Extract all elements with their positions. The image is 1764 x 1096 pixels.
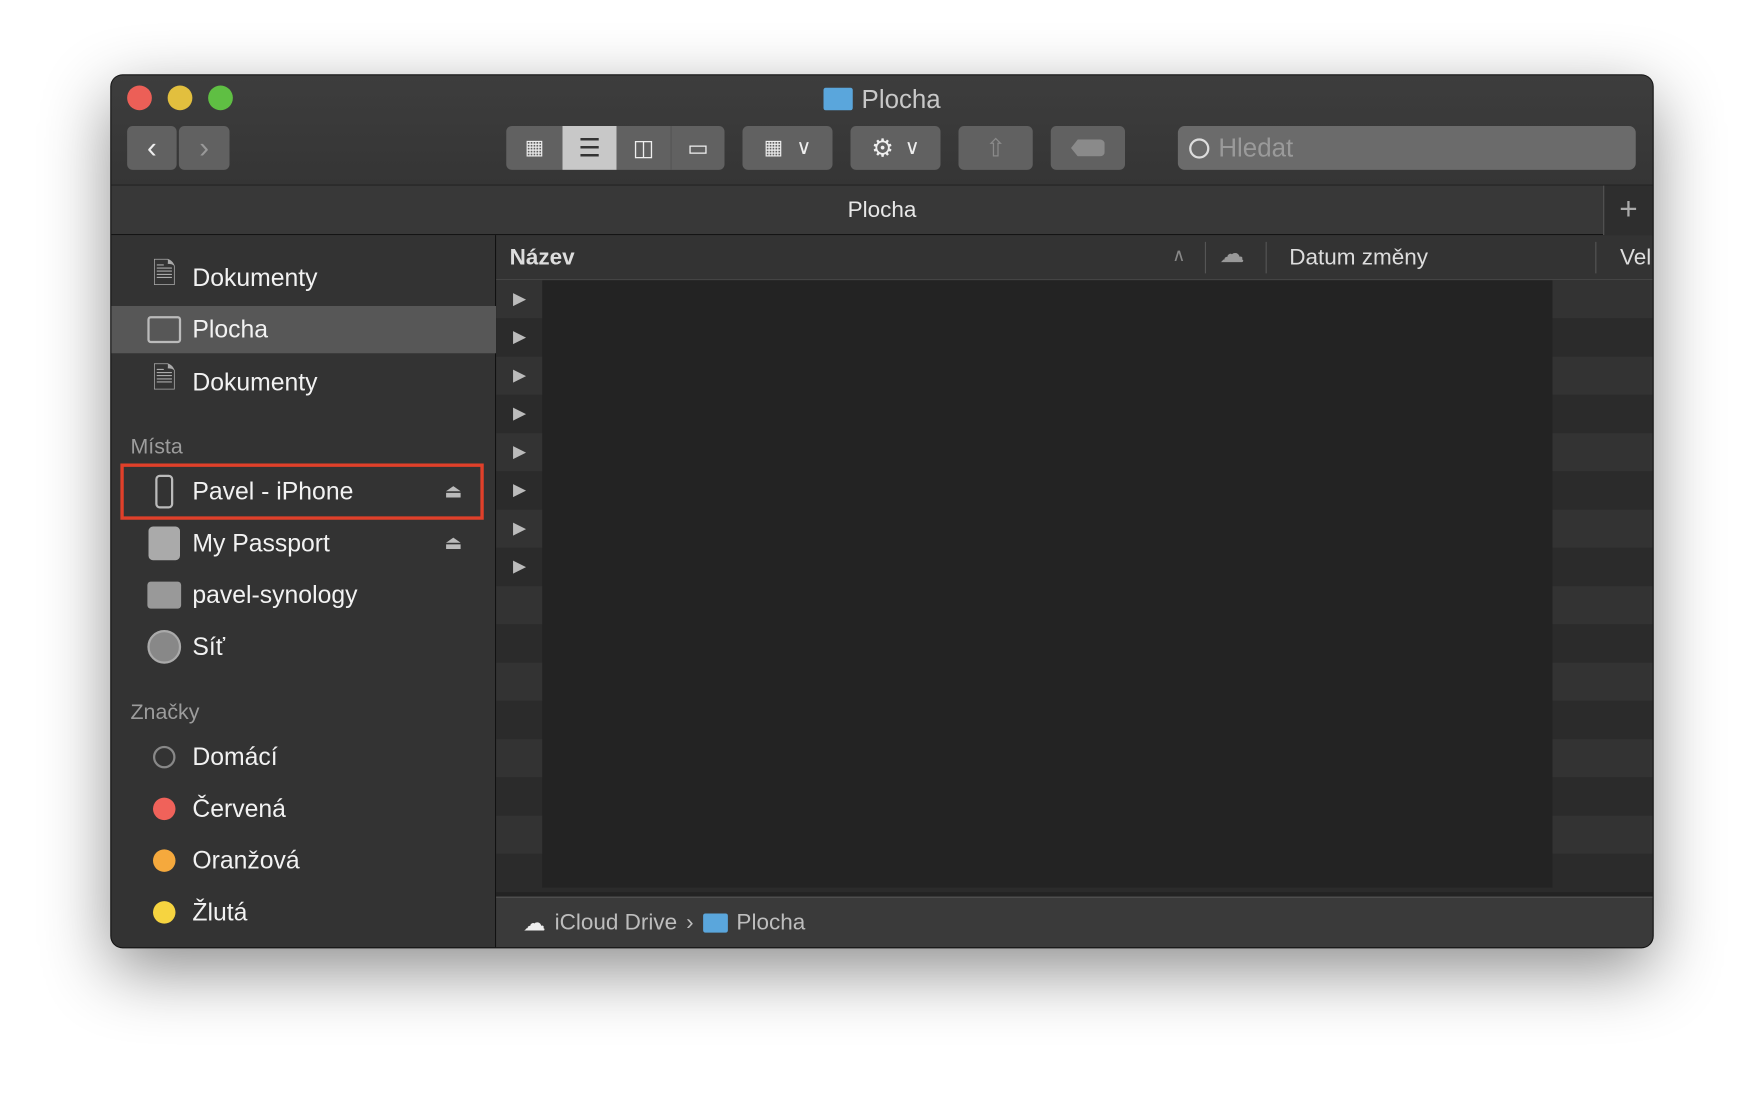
- disclosure-triangle-icon[interactable]: ▶: [513, 556, 526, 576]
- section-header-znacky: Značky: [130, 700, 200, 725]
- gallery-view-button[interactable]: ▭: [670, 126, 725, 170]
- sidebar-item-plocha[interactable]: Plocha: [111, 306, 497, 354]
- column-size[interactable]: Vel: [1620, 245, 1651, 271]
- sidebar-tag-zluta[interactable]: Žlutá: [111, 889, 496, 936]
- disclosure-triangle-icon[interactable]: ▶: [513, 479, 526, 499]
- server-icon: [147, 578, 182, 612]
- search-placeholder: Hledat: [1218, 132, 1294, 162]
- icloud-status-icon[interactable]: ☁: [1220, 240, 1245, 269]
- sidebar-item-label: Domácí: [192, 742, 278, 771]
- column-header: Název ∧ ☁ Datum změny Vel: [496, 235, 1653, 281]
- chevron-down-icon: ∨: [796, 136, 812, 159]
- icon-view-button[interactable]: ▦: [506, 126, 562, 170]
- sidebar-item-label: Pavel - iPhone: [192, 477, 354, 506]
- path-item-plocha[interactable]: Plocha: [736, 910, 805, 936]
- disclosure-triangle-icon[interactable]: ▶: [513, 403, 526, 423]
- new-tab-button[interactable]: +: [1603, 185, 1653, 236]
- sidebar: 🗎 Dokumenty Plocha 🗎 Dokumenty Místa Pavel…: [111, 235, 497, 948]
- sidebar-item-label: Žlutá: [192, 897, 248, 926]
- cloud-icon: ☁: [523, 910, 546, 936]
- sort-ascending-icon: ∧: [1172, 246, 1186, 266]
- sidebar-item-label: Plocha: [192, 315, 269, 344]
- eject-icon[interactable]: ⏏: [444, 532, 462, 555]
- network-icon: [147, 630, 182, 664]
- window-title: Plocha: [111, 84, 1652, 114]
- disclosure-triangle-icon[interactable]: ▶: [513, 518, 526, 538]
- sidebar-item-my-passport[interactable]: My Passport ⏏: [111, 520, 496, 567]
- disclosure-triangle-icon[interactable]: ▶: [513, 365, 526, 385]
- documents-icon: 🗎: [152, 361, 177, 395]
- chevron-down-icon: ∨: [904, 136, 920, 159]
- external-drive-icon: [147, 526, 181, 561]
- iphone-icon: [147, 474, 181, 509]
- chevron-left-icon: ‹: [146, 130, 157, 165]
- tag-dot-icon: [147, 844, 181, 878]
- tag-icon: [1071, 139, 1105, 157]
- back-button[interactable]: ‹: [127, 126, 177, 170]
- path-item-icloud-drive[interactable]: iCloud Drive: [555, 910, 678, 936]
- path-separator: ›: [686, 909, 694, 935]
- path-bar: ☁ iCloud Drive › Plocha: [496, 896, 1653, 948]
- tag-dot-icon: [147, 792, 181, 826]
- sidebar-item-label: Síť: [192, 632, 226, 661]
- sidebar-item-pavel-iphone[interactable]: Pavel - iPhone ⏏: [111, 468, 496, 515]
- tag-button[interactable]: [1050, 126, 1125, 170]
- sidebar-item-pavel-synology[interactable]: pavel-synology: [111, 572, 496, 619]
- forward-button[interactable]: ›: [178, 126, 230, 170]
- tab-plocha[interactable]: Plocha +: [111, 185, 1653, 236]
- file-list-body: [542, 280, 1553, 888]
- tab-label: Plocha: [847, 198, 917, 223]
- search-input[interactable]: Hledat: [1177, 126, 1636, 170]
- tag-dot-icon: [147, 740, 181, 774]
- view-switcher[interactable]: ▦ ☰ ◫ ▭: [506, 126, 725, 170]
- column-name[interactable]: Název: [510, 245, 575, 271]
- sidebar-item-label: My Passport: [192, 528, 330, 557]
- sidebar-tag-domaci[interactable]: Domácí: [111, 734, 496, 781]
- folder-icon: [702, 912, 728, 933]
- documents-icon: 🗎: [152, 256, 177, 291]
- window-title-text: Plocha: [861, 84, 941, 114]
- sidebar-item-label: Dokumenty: [192, 367, 318, 396]
- disclosure-triangle-icon[interactable]: ▶: [513, 288, 526, 308]
- list-view-button[interactable]: ☰: [562, 126, 617, 170]
- sidebar-item-label: Červená: [192, 794, 286, 823]
- share-icon: ⇧: [985, 133, 1006, 162]
- tag-dot-icon: [147, 896, 181, 930]
- sidebar-item-label: Dokumenty: [192, 263, 318, 292]
- chevron-right-icon: ›: [199, 130, 210, 165]
- column-view-button[interactable]: ◫: [617, 126, 671, 170]
- eject-icon[interactable]: ⏏: [444, 480, 462, 503]
- group-icon: ▦: [763, 136, 783, 159]
- action-button[interactable]: ⚙ ∨: [850, 126, 941, 170]
- column-date[interactable]: Datum změny: [1289, 245, 1428, 271]
- sidebar-tag-cervena[interactable]: Červená: [111, 785, 496, 832]
- sidebar-item-sit[interactable]: Síť: [111, 623, 496, 670]
- sidebar-item-label: Oranžová: [192, 846, 300, 875]
- section-header-mista: Místa: [130, 435, 183, 459]
- disclosure-triangle-icon[interactable]: ▶: [513, 441, 526, 461]
- file-list: ▶ ▶ ▶ ▶ ▶ ▶ ▶ ▶ Název ∧ ☁ Datum změny Vel: [496, 235, 1653, 897]
- sidebar-item-label: pavel-synology: [192, 580, 358, 609]
- disclosure-triangle-icon[interactable]: ▶: [513, 326, 526, 346]
- folder-icon: [823, 87, 853, 111]
- sidebar-tag-oranzova[interactable]: Oranžová: [111, 837, 496, 884]
- finder-window: Plocha ‹ › ▦ ☰ ◫ ▭ ▦ ∨ ⚙ ∨ ⇧ Hledat Plocha…: [111, 75, 1653, 948]
- sidebar-item-dokumenty-2[interactable]: 🗎 Dokumenty: [111, 359, 496, 406]
- plus-icon: +: [1619, 191, 1638, 227]
- search-icon: [1189, 137, 1210, 159]
- share-button[interactable]: ⇧: [958, 126, 1033, 170]
- group-button[interactable]: ▦ ∨: [742, 126, 833, 170]
- gear-icon: ⚙: [871, 133, 894, 162]
- desktop-icon: [147, 313, 182, 347]
- title-bar: Plocha ‹ › ▦ ☰ ◫ ▭ ▦ ∨ ⚙ ∨ ⇧ Hledat: [111, 75, 1653, 186]
- sidebar-item-dokumenty[interactable]: 🗎 Dokumenty: [111, 254, 496, 301]
